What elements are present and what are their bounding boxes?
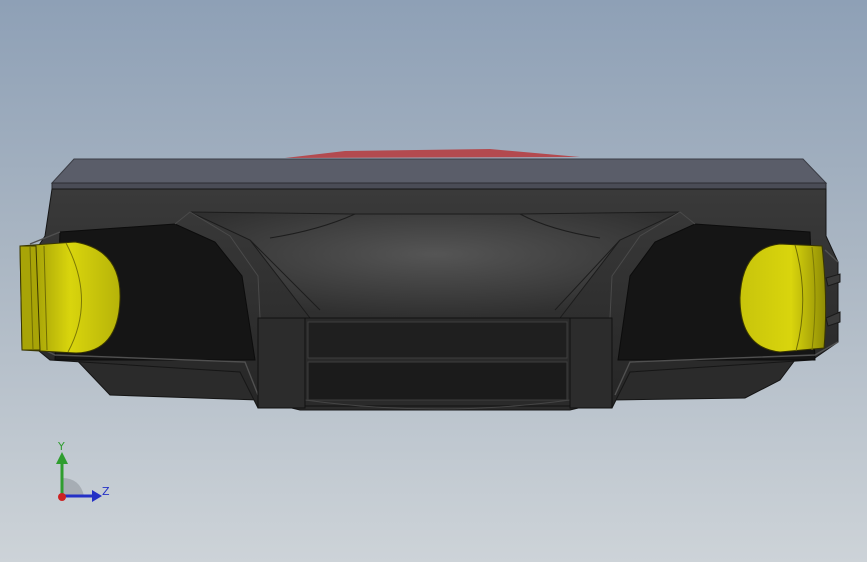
front-slot-bottom-band: [307, 361, 568, 401]
top-face[interactable]: [50, 158, 828, 184]
top-accent-strip: [285, 149, 580, 158]
y-axis-arrow-icon: [56, 452, 68, 464]
x-axis-dot-icon: [58, 493, 66, 501]
orientation-triad[interactable]: Y Z: [40, 438, 130, 518]
top-face-edge: [51, 182, 827, 190]
triad-graphic: [56, 452, 102, 502]
triad-y-label: Y: [58, 440, 65, 453]
left-leg: [257, 317, 306, 409]
right-cap[interactable]: [739, 243, 827, 353]
z-axis-arrow-icon: [92, 490, 102, 502]
left-cap[interactable]: [19, 241, 121, 354]
right-leg: [569, 317, 613, 409]
cad-model[interactable]: [0, 0, 867, 562]
triad-z-label: Z: [102, 485, 110, 498]
triad-base-shading: [62, 478, 84, 496]
front-slot-top-band: [307, 321, 568, 359]
graphics-viewport[interactable]: Y Z: [0, 0, 867, 562]
